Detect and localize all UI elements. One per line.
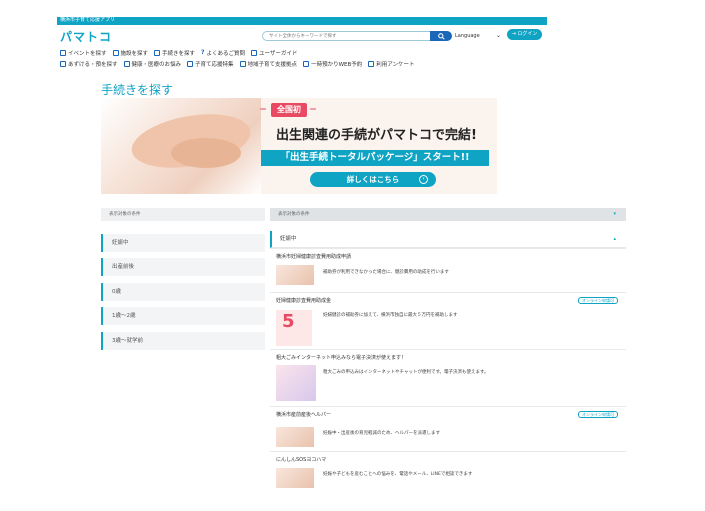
search-bar — [262, 31, 452, 41]
arrow-right-circle-icon: › — [419, 175, 428, 184]
online-badge: オンライン申請可 — [578, 297, 618, 304]
category-item[interactable]: 出産前後 — [101, 258, 265, 276]
language-select[interactable]: Language ⌄ — [455, 31, 503, 41]
building-icon — [112, 49, 119, 56]
health-icon — [123, 60, 130, 67]
online-badge: オンライン申請可 — [578, 411, 618, 418]
banner-button-label: 詳しくはこちら — [346, 175, 400, 184]
result-description: 補助券が利用できなかった場合に、健診費用の助成を行います — [323, 270, 449, 275]
nav-item-support-center[interactable]: 地域子育て支援拠点 — [239, 59, 297, 68]
result-card[interactable]: 粗大ごみインターネット申込みなら電子決済が使えます！ 粗大ごみの申込みはインター… — [270, 349, 626, 406]
run-icon — [303, 60, 310, 67]
nav-item-faq[interactable]: ? よくあるご質問 — [201, 48, 245, 57]
banner-headline: 出生関連の手続がパマトコで完結! — [276, 128, 477, 143]
result-description: 妊娠や子どもを産むことへの悩みを、電話やメール、LINEで相談できます — [323, 472, 473, 477]
result-card[interactable]: 妊婦健康診査費用助成金 オンライン申請可 5 妊婦健診の補助券に加えて、横浜市独… — [270, 292, 626, 349]
trash-graphic-thumbnail — [276, 365, 316, 401]
right-filter-header[interactable]: 表示対象の条件 ▾ — [270, 208, 626, 221]
survey-icon — [368, 60, 375, 67]
nav-item-guide[interactable]: ユーザーガイド — [251, 48, 297, 57]
language-label: Language — [455, 33, 480, 39]
chevron-down-icon: ⌄ — [495, 32, 501, 39]
result-description: 妊娠中・出産後の育児軽減のため、ヘルパーを派遣します — [323, 431, 440, 436]
chevron-down-icon: ▾ — [613, 211, 616, 217]
sparkle-icon: ＝ — [259, 105, 267, 114]
building-icon — [239, 60, 246, 67]
promo-banner[interactable]: ＝ 全国初 ＝ 出生関連の手続がパマトコで完結! 「出生手続トータルパッケージ」… — [101, 98, 497, 194]
login-button[interactable]: ⇥ ログイン — [507, 29, 542, 40]
result-card[interactable]: にんしんSOSヨコハマ 妊娠や子どもを産むことへの悩みを、電話やメール、LINE… — [270, 451, 626, 493]
nav-item-procedures[interactable]: 手続きを探す — [154, 48, 195, 57]
search-button[interactable] — [430, 31, 452, 41]
chevron-up-icon: ▴ — [613, 236, 616, 242]
primary-nav: イベントを探す 施設を探す 手続きを探す ? よくあるご質問 ユーザーガイド — [60, 48, 297, 57]
document-icon — [154, 49, 161, 56]
result-title: 横浜市妊婦健康診査費用助成申請 — [276, 254, 352, 260]
baby-hands-photo — [101, 98, 261, 194]
sparkle-icon: ＝ — [309, 105, 317, 114]
baby-photo-thumbnail — [276, 468, 314, 488]
result-title: 妊婦健康診査費用助成金 — [276, 298, 332, 304]
secondary-nav: あずける・預を探す 健康・医療のお悩み 子育て応援特集 地域子育て支援拠点 一時… — [60, 59, 415, 68]
nav-item-facilities[interactable]: 施設を探す — [112, 48, 148, 57]
nav-item-events[interactable]: イベントを探す — [60, 48, 107, 57]
result-description: 粗大ごみの申込みはインターネットやチャットが便利です。電子決済も使えます。 — [323, 370, 489, 375]
nav-item-reservation[interactable]: 一時預かりWEB予約 — [303, 59, 362, 68]
search-icon — [437, 32, 445, 40]
calendar-icon — [60, 49, 66, 56]
result-title: にんしんSOSヨコハマ — [276, 457, 327, 463]
top-banner-bar: 横浜市子育て応援アプリ — [57, 17, 547, 25]
nav-item-survey[interactable]: 利用アンケート — [368, 59, 415, 68]
banner-badge: 全国初 — [271, 103, 307, 117]
banner-details-button[interactable]: 詳しくはこちら › — [310, 172, 436, 187]
category-item[interactable]: 0歳 — [101, 283, 265, 301]
selected-category[interactable]: 妊娠中 ▴ — [270, 231, 626, 248]
nav-item-childcare[interactable]: あずける・預を探す — [60, 59, 118, 68]
nav-item-health[interactable]: 健康・医療のお悩み — [123, 59, 181, 68]
login-label: ログイン — [517, 31, 538, 37]
logo[interactable]: パマトコ — [60, 28, 112, 45]
app-tagline: 横浜市子育て応援アプリ — [60, 17, 116, 23]
result-card[interactable]: 横浜市妊婦健康診査費用助成申請 補助券が利用できなかった場合に、健診費用の助成を… — [270, 248, 626, 292]
category-item[interactable]: 妊娠中 — [101, 234, 265, 252]
banner-subline: 「出生手続トータルパッケージ」スタート!! — [261, 150, 489, 166]
result-description: 妊婦健診の補助券に加えて、横浜市独自に最大５万円を補助します — [323, 313, 458, 318]
question-icon: ? — [201, 48, 205, 56]
page-title: 手続きを探す — [101, 83, 174, 97]
category-item[interactable]: 3歳〜就学前 — [101, 332, 265, 350]
left-filter-header: 表示対象の条件 — [101, 208, 265, 221]
nav-item-feature[interactable]: 子育て応援特集 — [187, 59, 234, 68]
child-icon — [60, 60, 66, 67]
result-title: 横浜市産前産後ヘルパー — [276, 412, 332, 418]
five-graphic-thumbnail: 5 — [276, 310, 312, 346]
search-input[interactable] — [262, 31, 432, 41]
result-title: 粗大ごみインターネット申込みなら電子決済が使えます！ — [276, 355, 407, 361]
thumbs-up-icon — [187, 60, 194, 67]
baby-photo-thumbnail — [276, 427, 314, 447]
category-item[interactable]: 1歳〜2歳 — [101, 307, 265, 325]
result-card[interactable]: 横浜市産前産後ヘルパー オンライン申請可 妊娠中・出産後の育児軽減のため、ヘルパ… — [270, 406, 626, 451]
guide-icon — [251, 49, 258, 56]
baby-photo-thumbnail — [276, 265, 314, 285]
